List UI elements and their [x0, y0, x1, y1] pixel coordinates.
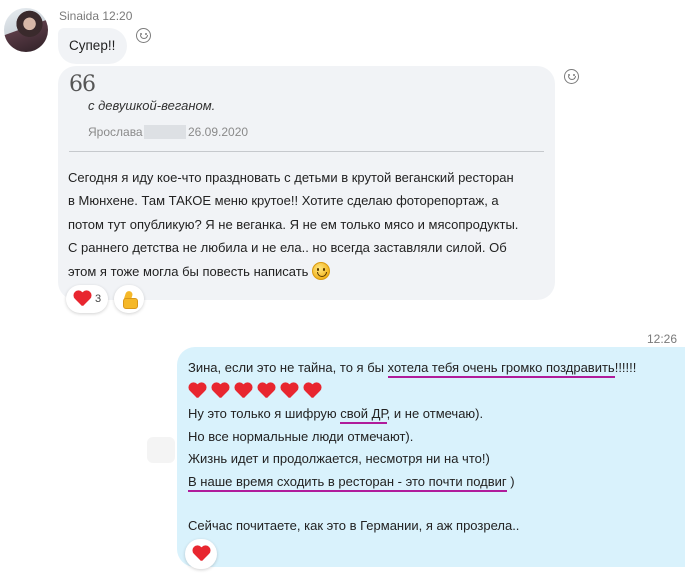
quote-author-redacted	[144, 125, 186, 139]
heart-icon	[257, 383, 275, 399]
message-text: Супер!!	[69, 38, 116, 53]
message-line: в Мюнхене. Там ТАКОЕ меню крутое!! Хотит…	[68, 193, 499, 209]
heart-icon	[73, 291, 91, 307]
message-line: потом тут опубликую? Я не веганка. Я не …	[68, 216, 519, 232]
blurred-area	[147, 437, 175, 463]
incoming-time: 12:20	[102, 9, 133, 23]
message-line: Сейчас почитаете, как это в Германии, я …	[188, 518, 520, 534]
heart-icon	[192, 546, 210, 562]
thumbs-up-reaction-button[interactable]	[114, 285, 144, 313]
heart-icon	[234, 383, 252, 399]
message-line: Ну это только я шифрую свой ДР, и не отм…	[188, 403, 678, 425]
quote-author: Ярослава	[88, 125, 143, 139]
hearts-emoji-row	[188, 379, 678, 403]
quote-text: с девушкой-веганом.	[88, 98, 216, 113]
heart-icon	[211, 383, 229, 399]
message-line-last: этом я тоже могла бы повесть написать	[68, 260, 548, 283]
heart-icon	[188, 383, 206, 399]
add-reaction-icon[interactable]	[564, 69, 579, 84]
message-line: С раннего детства не любила и не ела.. н…	[68, 240, 507, 256]
quote-date: 26.09.2020	[188, 125, 249, 139]
heart-icon	[303, 383, 321, 399]
quote-icon: 66	[69, 72, 96, 97]
underlined-text: свой ДР	[340, 406, 387, 425]
sender-header: Sinaida 12:20	[59, 9, 132, 23]
smiley-emoji-icon	[312, 261, 331, 280]
message-line: Сегодня я иду кое-что праздновать с деть…	[68, 170, 514, 185]
underlined-text: хотела тебя очень громко поздравить	[387, 360, 615, 378]
outgoing-message-text: Зина, если это не тайна, то я бы хотела …	[188, 357, 678, 538]
message-line: В наше время сходить в ресторан - это по…	[188, 471, 678, 493]
sender-name: Sinaida	[59, 9, 100, 23]
heart-reaction-button[interactable]: 3	[66, 285, 108, 313]
add-reaction-icon[interactable]	[136, 28, 151, 43]
thumbs-up-icon	[120, 290, 138, 309]
heart-icon	[280, 383, 298, 399]
underlined-text: В наше время сходить в ресторан - это по…	[188, 473, 507, 492]
message-line: Жизнь идет и продолжается, несмотря ни н…	[188, 451, 490, 467]
heart-reaction-button[interactable]	[185, 539, 217, 569]
message-text: Сегодня я иду кое-что праздновать с деть…	[68, 166, 548, 283]
outgoing-time: 12:26	[647, 332, 678, 346]
message-line: Зина, если это не тайна, то я бы хотела …	[188, 357, 678, 379]
quote-divider	[69, 151, 544, 152]
heart-reaction-count: 3	[94, 293, 102, 305]
message-line: Но все нормальные люди отмечают).	[188, 428, 414, 444]
incoming-message-bubble[interactable]: Супер!!	[58, 28, 127, 64]
sender-avatar[interactable]	[4, 8, 48, 52]
